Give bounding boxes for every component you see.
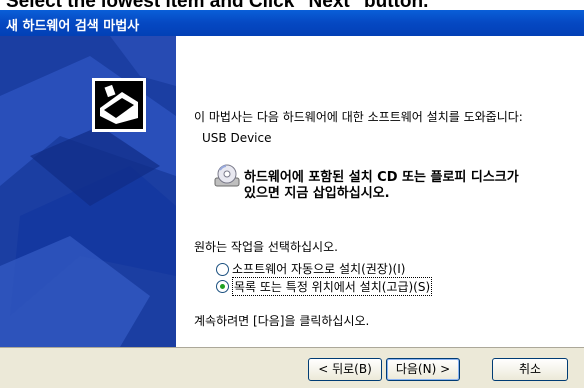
title-bar[interactable]: 새 하드웨어 검색 마법사: [0, 10, 584, 36]
cd-prompt-line2: 있으면 지금 삽입하십시오.: [244, 186, 390, 201]
device-name: USB Device: [202, 131, 272, 145]
hardware-wizard-icon: [92, 78, 146, 132]
option-auto-install-label[interactable]: 소프트웨어 자동으로 설치(권장)(I): [232, 260, 405, 277]
radio-advanced-install[interactable]: [216, 280, 229, 293]
task-prompt: 원하는 작업을 선택하십시오.: [194, 240, 338, 254]
continue-instruction: 계속하려면 [다음]을 클릭하십시오.: [194, 314, 370, 328]
wizard-window: 새 하드웨어 검색 마법사 이 마법사는 다음 하드웨어에 대한 소프트웨어 설…: [0, 10, 584, 388]
cancel-button[interactable]: 취소: [492, 358, 568, 381]
intro-text: 이 마법사는 다음 하드웨어에 대한 소프트웨어 설치를 도와줍니다:: [194, 110, 523, 124]
option-advanced-install-label[interactable]: 목록 또는 특정 위치에서 설치(고급)(S): [232, 277, 433, 296]
back-button[interactable]: < 뒤로(B): [308, 358, 382, 381]
wizard-content: 이 마법사는 다음 하드웨어에 대한 소프트웨어 설치를 도와줍니다: USB …: [176, 36, 584, 347]
next-button[interactable]: 다음(N) >: [386, 358, 460, 381]
sidebar-pattern: [0, 36, 176, 347]
cd-icon: [214, 164, 240, 192]
window-title: 새 하드웨어 검색 마법사: [6, 19, 140, 34]
wizard-sidebar-graphic: [0, 36, 176, 347]
radio-auto-install[interactable]: [216, 263, 229, 276]
button-bar: < 뒤로(B) 다음(N) > 취소: [0, 348, 584, 388]
